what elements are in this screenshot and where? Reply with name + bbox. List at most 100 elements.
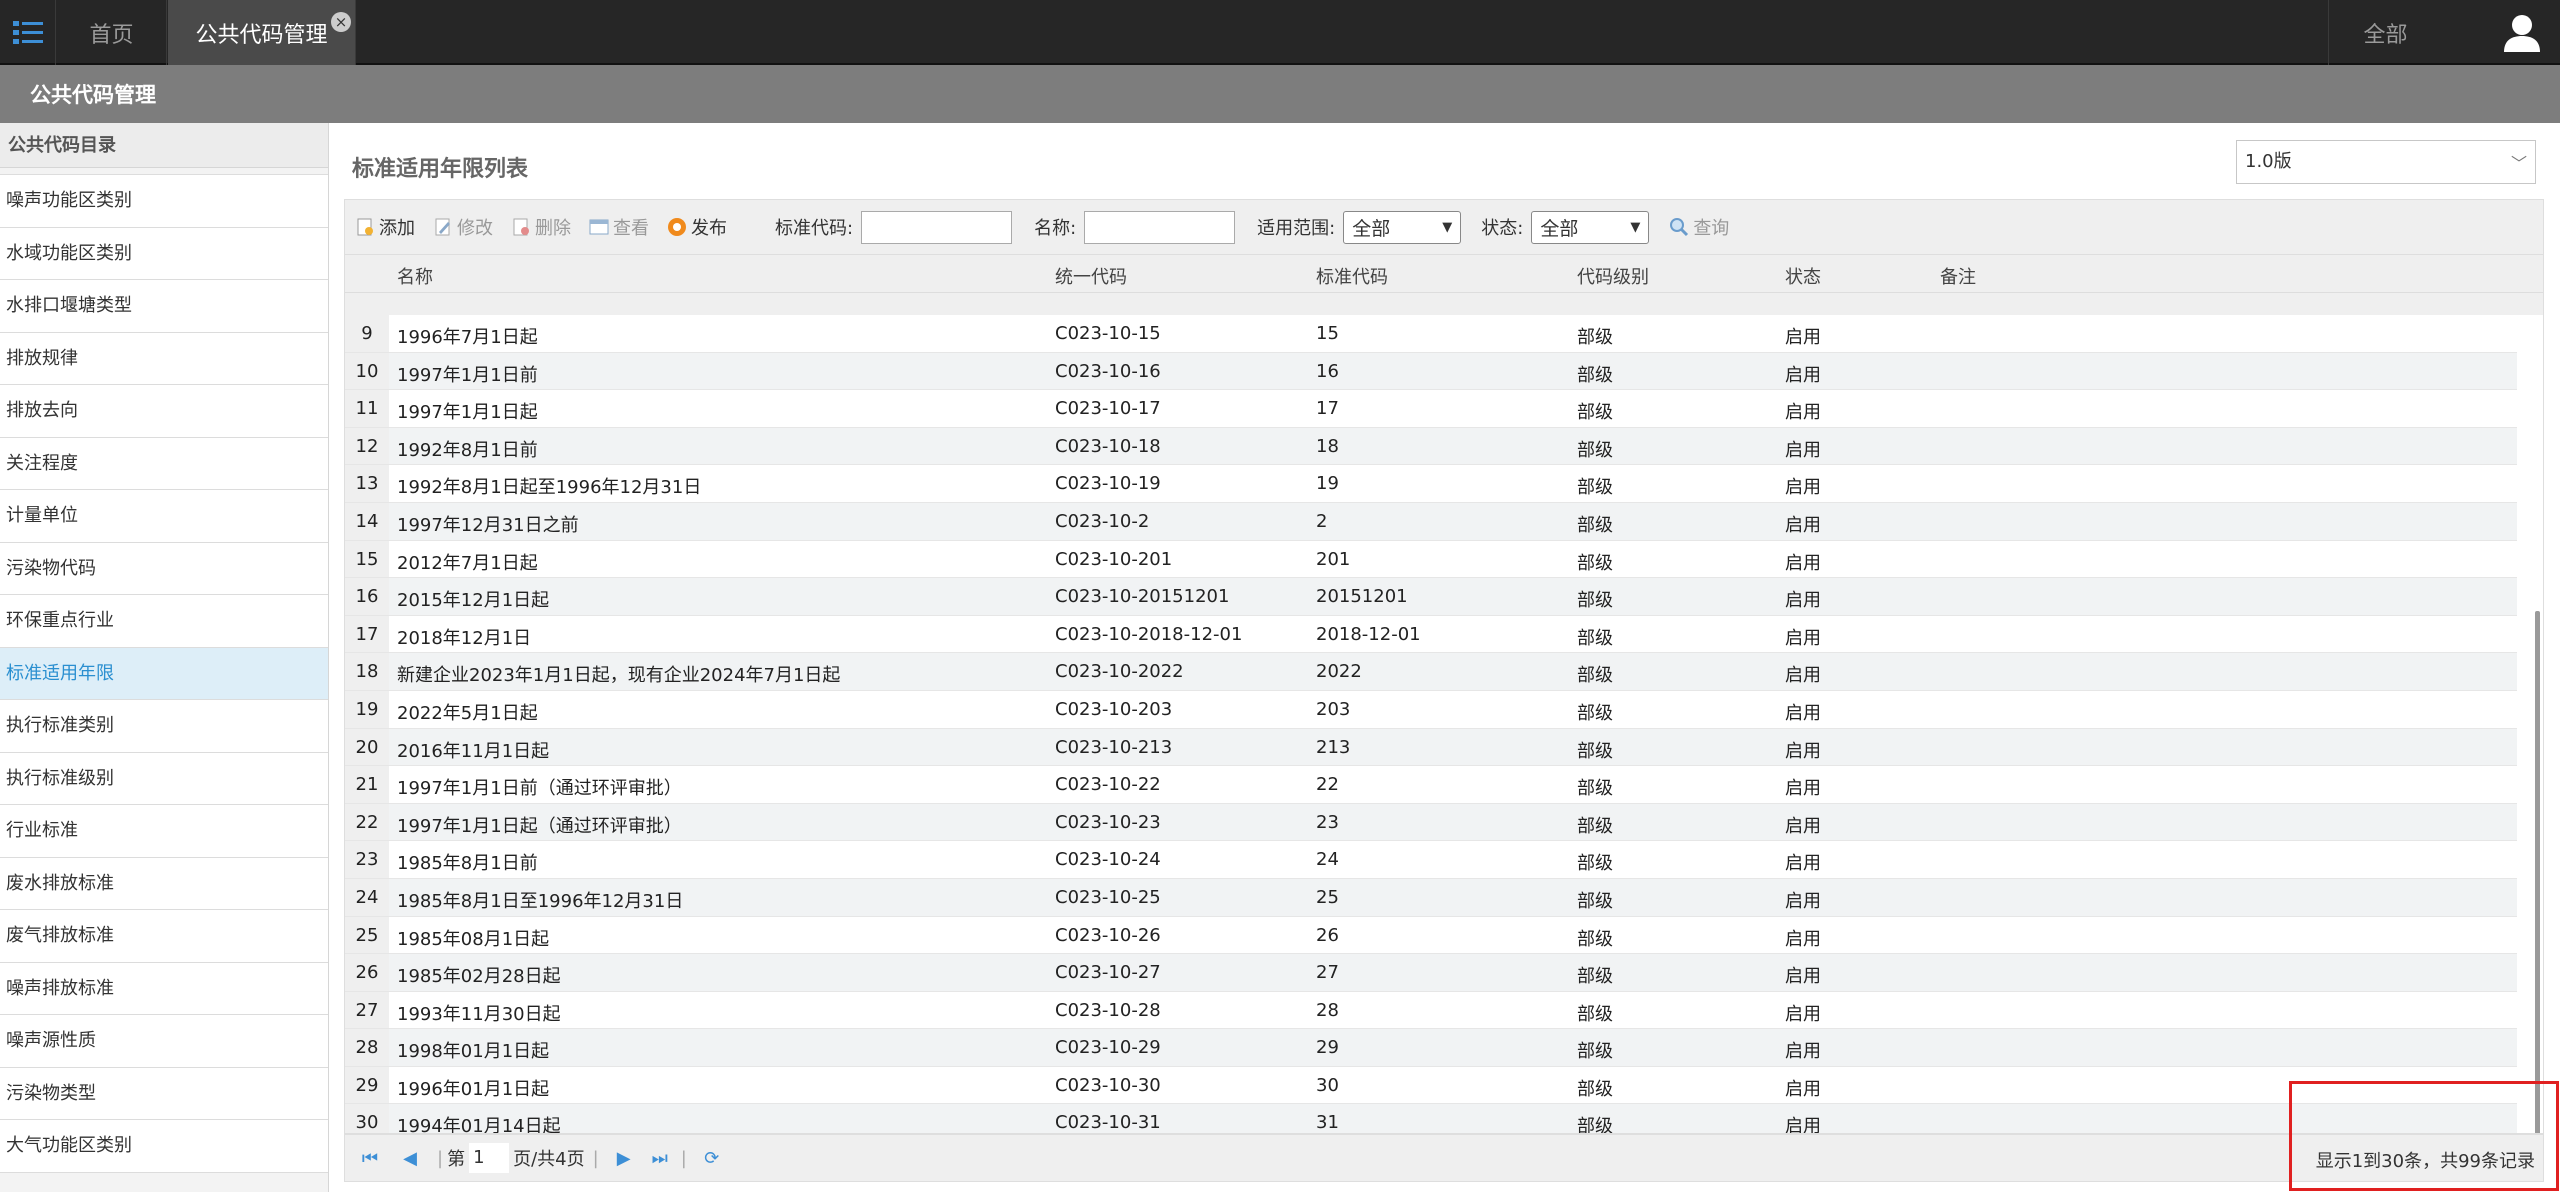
table-row[interactable]: 11 1997年1月1日起 C023-10-17 17 部级 启用 [345, 390, 2517, 428]
page-number-input[interactable]: 1 [469, 1143, 510, 1173]
next-page-icon[interactable]: ▶ [613, 1147, 635, 1169]
sidebar-item[interactable]: 大气功能区类别 [0, 1120, 328, 1173]
version-select[interactable]: 1.0版 ﹀ [2236, 140, 2536, 184]
sidebar-item[interactable]: 排放去向 [0, 385, 328, 438]
table-row[interactable]: 15 2012年7月1日起 C023-10-201 201 部级 启用 [345, 540, 2517, 579]
column-header-status[interactable]: 状态 [1785, 263, 1821, 289]
row-number: 29 [345, 1066, 389, 1104]
table-row[interactable]: 20 2016年11月1日起 C023-10-213 213 部级 启用 [345, 728, 2517, 767]
sidebar-item[interactable]: 污染物代码 [0, 542, 328, 595]
cell-unified-code: C023-10-203 [1055, 698, 1173, 720]
prev-page-icon[interactable]: ◀ [399, 1147, 421, 1169]
table-row[interactable]: 16 2015年12月1日起 C023-10-20151201 20151201 部级 启… [345, 578, 2517, 616]
delete-button[interactable]: 删除 [511, 214, 571, 240]
cell-status: 启用 [1785, 627, 1821, 649]
sidebar-item[interactable]: 行业标准 [0, 805, 328, 858]
cell-unified-code: C023-10-17 [1055, 398, 1161, 420]
table-row[interactable]: 26 1985年02月28日起 C023-10-27 27 部级 启用 [345, 954, 2517, 992]
cell-standard-code: 15 [1316, 323, 1339, 344]
sidebar-item[interactable]: 执行标准级别 [0, 752, 328, 805]
sidebar-item[interactable]: 噪声功能区类别 [0, 175, 328, 228]
sidebar-item[interactable]: 环保重点行业 [0, 595, 328, 648]
cell-unified-code: C023-10-27 [1055, 962, 1161, 984]
sidebar-item[interactable]: 水排口堰塘类型 [0, 280, 328, 333]
table-row[interactable]: 24 1985年8月1日至1996年12月31日 C023-10-25 25 部级 启用 [345, 878, 2517, 917]
sidebar-item[interactable]: 关注程度 [0, 437, 328, 490]
cell-code-level: 部级 [1577, 740, 1613, 762]
column-header-name[interactable]: 名称 [397, 263, 433, 289]
user-icon[interactable] [2502, 14, 2542, 52]
sidebar-item[interactable]: 计量单位 [0, 490, 328, 543]
query-button-label: 查询 [1693, 218, 1730, 239]
cell-status: 启用 [1785, 665, 1821, 687]
table-row[interactable]: 22 1997年1月1日起（通过环评审批） C023-10-23 23 部级 启用 [345, 803, 2517, 842]
table-row[interactable]: 19 2022年5月1日起 C023-10-203 203 部级 启用 [345, 690, 2517, 729]
tab-home-label: 首页 [89, 22, 134, 48]
table-row[interactable]: 23 1985年8月1日前 C023-10-24 24 部级 启用 [345, 841, 2517, 879]
cell-unified-code: C023-10-16 [1055, 360, 1161, 382]
cell-name: 1994年01月14日起 [397, 1116, 561, 1134]
page-prefix: 第 [447, 1149, 466, 1170]
column-header-remark[interactable]: 备注 [1940, 263, 1976, 289]
code-filter-input[interactable] [861, 210, 1013, 244]
table-row[interactable]: 28 1998年01月1日起 C023-10-29 29 部级 启用 [345, 1029, 2517, 1067]
cell-unified-code: C023-10-23 [1055, 811, 1161, 833]
column-header-unified-code[interactable]: 统一代码 [1055, 263, 1127, 289]
cell-code-level: 部级 [1577, 1078, 1613, 1100]
sidebar-item[interactable]: 执行标准类别 [0, 700, 328, 753]
table-row[interactable]: 14 1997年12月31日之前 C023-10-2 2 部级 启用 [345, 502, 2517, 541]
menu-button[interactable] [0, 0, 56, 65]
tab-close-icon[interactable]: × [331, 12, 351, 32]
table-row[interactable]: 9 1996年7月1日起 C023-10-15 15 部级 启用 [345, 315, 2517, 353]
last-page-icon[interactable]: ⏭ [649, 1147, 671, 1169]
sidebar-item[interactable]: 噪声源性质 [0, 1015, 328, 1068]
sidebar-item[interactable]: 废气排放标准 [0, 910, 328, 963]
tab-home[interactable]: 首页 [57, 0, 167, 65]
grid-scrollbar-thumb[interactable] [2535, 611, 2540, 1133]
column-header-standard-code[interactable]: 标准代码 [1316, 263, 1388, 289]
table-row[interactable]: 30 1994年01月14日起 C023-10-31 31 部级 启用 [345, 1104, 2517, 1134]
sidebar-item[interactable]: 排放规律 [0, 332, 328, 385]
name-filter-input[interactable] [1084, 210, 1236, 244]
cell-name: 2016年11月1日起 [397, 740, 550, 762]
table-row[interactable]: 27 1993年11月30日起 C023-10-28 28 部级 启用 [345, 991, 2517, 1030]
cell-standard-code: 26 [1316, 924, 1339, 946]
publish-button-label: 发布 [691, 218, 727, 239]
cell-status: 启用 [1785, 439, 1821, 461]
table-row[interactable]: 25 1985年08月1日起 C023-10-26 26 部级 启用 [345, 916, 2517, 955]
table-row[interactable]: 21 1997年1月1日前（通过环评审批） C023-10-22 22 部级 启用 [345, 766, 2517, 804]
query-button[interactable]: 查询 [1669, 214, 1729, 240]
table-row[interactable]: 17 2018年12月1日 C023-10-2018-12-01 2018-12-01… [345, 615, 2517, 654]
sidebar-list: 噪声功能区类别 水域功能区类别 水排口堰塘类型 排放规律 排放去向 关注程度 计量单位 污染物… [0, 174, 328, 1173]
row-number: 20 [345, 728, 389, 766]
cell-name: 2015年12月1日起 [397, 590, 550, 612]
cell-unified-code: C023-10-28 [1055, 999, 1161, 1021]
refresh-icon[interactable]: ⟳ [701, 1147, 723, 1169]
table-row[interactable]: 10 1997年1月1日前 C023-10-16 16 部级 启用 [345, 352, 2517, 391]
status-filter-select[interactable]: 全部 ▼ [1531, 210, 1650, 244]
table-row[interactable]: 12 1992年8月1日前 C023-10-18 18 部级 启用 [345, 427, 2517, 466]
scope-button[interactable]: 全部 [2328, 0, 2442, 65]
table-row[interactable]: 29 1996年01月1日起 C023-10-30 30 部级 启用 [345, 1066, 2517, 1105]
sidebar-item[interactable]: 污染物类型 [0, 1067, 328, 1120]
sidebar-item[interactable]: 噪声排放标准 [0, 962, 328, 1015]
view-button[interactable]: 查看 [589, 214, 649, 240]
table-row[interactable]: 13 1992年8月1日起至1996年12月31日 C023-10-19 19 部级 启用 [345, 465, 2517, 503]
sidebar-item[interactable]: 废水排放标准 [0, 857, 328, 910]
add-button[interactable]: 添加 [355, 214, 415, 240]
tab-code-management[interactable]: 公共代码管理 × [168, 0, 356, 65]
publish-button[interactable]: 发布 [667, 214, 727, 240]
page-suffix: 页/共4页 [513, 1149, 585, 1170]
first-page-icon[interactable]: ⏮ [359, 1147, 381, 1169]
sidebar-item[interactable]: 标准适用年限 [0, 647, 328, 700]
scope-filter-select[interactable]: 全部 ▼ [1343, 210, 1462, 244]
column-header-code-level[interactable]: 代码级别 [1577, 263, 1649, 289]
cell-unified-code: C023-10-25 [1055, 886, 1161, 908]
row-number: 14 [345, 502, 389, 540]
cell-status: 启用 [1785, 552, 1821, 574]
edit-button[interactable]: 修改 [433, 214, 493, 240]
table-row[interactable]: 18 新建企业2023年1月1日起，现有企业2024年7月1日起 C023-10-2… [345, 653, 2517, 691]
grid-scrollbar[interactable] [2529, 315, 2543, 1133]
sidebar-item[interactable]: 水域功能区类别 [0, 227, 328, 280]
row-number: 22 [345, 803, 389, 841]
